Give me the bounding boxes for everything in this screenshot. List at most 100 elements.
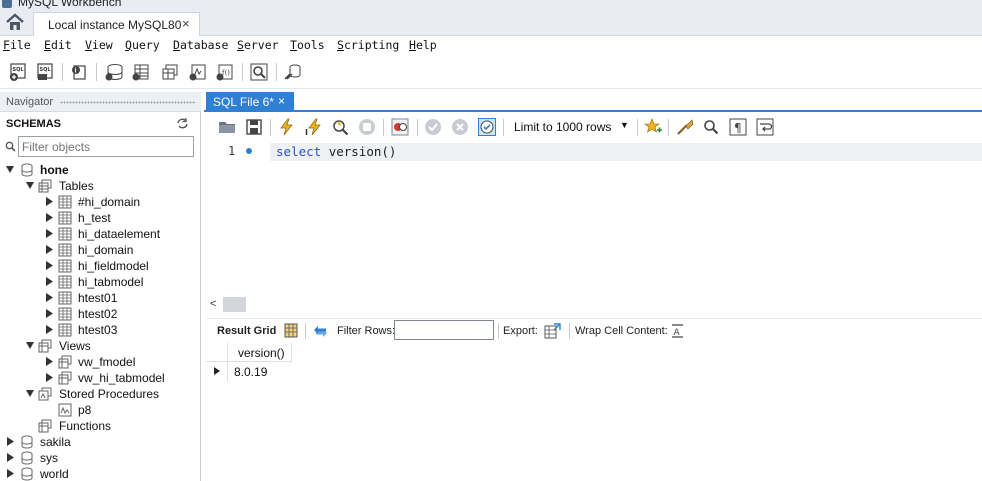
- filter-objects-input[interactable]: [18, 136, 194, 157]
- explain-icon[interactable]: [331, 118, 349, 136]
- table-cell[interactable]: 8.0.19: [228, 362, 292, 381]
- grid-corner[interactable]: [206, 343, 228, 362]
- create-schema-icon[interactable]: [104, 62, 124, 82]
- row-selector[interactable]: [206, 362, 228, 381]
- tab-sql-file[interactable]: SQL File 6* ×: [206, 92, 294, 112]
- create-view-icon[interactable]: [160, 62, 180, 82]
- scroll-left-icon[interactable]: <: [210, 298, 216, 310]
- sql-editor[interactable]: [206, 142, 982, 297]
- schemas-heading: SCHEMAS: [6, 118, 62, 130]
- tab-local-instance[interactable]: Local instance MySQL80 ×: [33, 12, 200, 36]
- filter-objects-field[interactable]: [19, 137, 189, 156]
- expanded-arrow-icon[interactable]: [6, 165, 14, 174]
- svg-text:SQL: SQL: [13, 67, 25, 73]
- tree-table-item[interactable]: htest03: [45, 322, 195, 338]
- menu-help[interactable]: Help: [409, 38, 437, 52]
- tree-table-item[interactable]: htest02: [45, 306, 195, 322]
- tree-table-item[interactable]: #hi_domain: [45, 194, 195, 210]
- menu-database[interactable]: Database: [173, 38, 228, 52]
- refresh-results-icon[interactable]: [313, 324, 328, 338]
- collapsed-arrow-icon[interactable]: [6, 469, 14, 478]
- tree-schema-sys[interactable]: sys: [6, 450, 196, 466]
- stop-icon[interactable]: [358, 118, 376, 136]
- home-icon[interactable]: [3, 12, 27, 32]
- menu-file[interactable]: File: [3, 38, 31, 52]
- auto-commit-icon[interactable]: [478, 118, 496, 136]
- editor-horizontal-scrollbar[interactable]: <: [206, 297, 982, 314]
- word-wrap-icon[interactable]: [756, 118, 774, 136]
- search-table-data-icon[interactable]: [249, 62, 269, 82]
- tree-table-item[interactable]: htest01: [45, 290, 195, 306]
- collapsed-arrow-icon[interactable]: [45, 229, 53, 238]
- tree-schema-hone[interactable]: hone: [6, 162, 196, 178]
- collapsed-arrow-icon[interactable]: [45, 213, 53, 222]
- tree-schema-world[interactable]: world: [6, 466, 196, 481]
- collapsed-arrow-icon[interactable]: [45, 325, 53, 334]
- collapsed-arrow-icon[interactable]: [45, 309, 53, 318]
- wrap-cell-icon[interactable]: A: [671, 324, 684, 338]
- menu-tools[interactable]: Tools: [290, 38, 325, 52]
- expanded-arrow-icon[interactable]: [26, 389, 34, 398]
- collapsed-arrow-icon[interactable]: [45, 261, 53, 270]
- collapsed-arrow-icon[interactable]: [6, 453, 14, 462]
- tree-folder-tables[interactable]: Tables: [26, 178, 196, 194]
- expanded-arrow-icon[interactable]: [26, 181, 34, 190]
- tree-folder-stored-procedures[interactable]: Stored Procedures: [26, 386, 196, 402]
- tree-table-item[interactable]: h_test: [45, 210, 195, 226]
- export-icon[interactable]: [544, 323, 561, 339]
- execute-current-icon[interactable]: I: [305, 118, 323, 137]
- open-folder-icon[interactable]: [218, 118, 236, 136]
- editor-tab-bar: [204, 92, 982, 112]
- find-icon[interactable]: [702, 118, 720, 136]
- commit-icon[interactable]: [424, 118, 442, 136]
- collapsed-arrow-icon[interactable]: [6, 437, 14, 446]
- grid-view-icon[interactable]: [284, 323, 298, 338]
- menu-view[interactable]: View: [85, 38, 113, 52]
- tree-table-item[interactable]: hi_dataelement: [45, 226, 195, 242]
- invisible-chars-icon[interactable]: ¶: [729, 118, 747, 136]
- tree-view-item[interactable]: vw_fmodel: [45, 354, 195, 370]
- execute-icon[interactable]: [278, 118, 296, 136]
- refresh-icon[interactable]: [176, 117, 189, 130]
- menu-edit[interactable]: Edit: [44, 38, 72, 52]
- beautify-icon[interactable]: [676, 118, 694, 136]
- result-grid-tab[interactable]: Result Grid: [217, 325, 276, 337]
- collapsed-arrow-icon[interactable]: [45, 293, 53, 302]
- tree-table-item[interactable]: hi_tabmodel: [45, 274, 195, 290]
- menu-query[interactable]: Query: [125, 38, 160, 52]
- create-table-icon[interactable]: [131, 62, 151, 82]
- create-procedure-icon[interactable]: [188, 62, 208, 82]
- tree-view-item[interactable]: vw_hi_tabmodel: [45, 370, 195, 386]
- inspector-icon[interactable]: i: [69, 62, 89, 82]
- tree-procedure-item[interactable]: p8: [45, 402, 195, 418]
- scrollbar-thumb[interactable]: [223, 297, 246, 312]
- close-tab-icon[interactable]: ×: [278, 94, 285, 108]
- collapsed-arrow-icon[interactable]: [45, 277, 53, 286]
- add-snippet-icon[interactable]: [644, 118, 662, 136]
- collapsed-arrow-icon[interactable]: [45, 373, 53, 382]
- menu-server[interactable]: Server: [237, 38, 279, 52]
- collapsed-arrow-icon[interactable]: [45, 357, 53, 366]
- new-sql-tab-icon[interactable]: SQL: [9, 62, 29, 82]
- expanded-arrow-icon[interactable]: [26, 341, 34, 350]
- filter-rows-input[interactable]: [394, 320, 494, 340]
- reconnect-icon[interactable]: [283, 62, 303, 82]
- toggle-error-stop-icon[interactable]: [391, 118, 409, 136]
- open-sql-script-icon[interactable]: SQL: [36, 62, 56, 82]
- limit-rows-select[interactable]: Limit to 1000 rows ▼: [509, 118, 632, 136]
- menu-scripting[interactable]: Scripting: [337, 38, 399, 52]
- rollback-icon[interactable]: [451, 118, 469, 136]
- close-tab-icon[interactable]: ×: [182, 16, 190, 31]
- create-function-icon[interactable]: f(): [215, 62, 235, 82]
- drag-grip[interactable]: [60, 101, 196, 104]
- sql-statement[interactable]: select version(): [276, 144, 396, 159]
- tree-table-item[interactable]: hi_domain: [45, 242, 195, 258]
- collapsed-arrow-icon[interactable]: [45, 197, 53, 206]
- collapsed-arrow-icon[interactable]: [45, 245, 53, 254]
- tree-folder-views[interactable]: Views: [26, 338, 196, 354]
- tree-schema-sakila[interactable]: sakila: [6, 434, 196, 450]
- column-header[interactable]: version(): [228, 343, 292, 362]
- save-icon[interactable]: [245, 118, 263, 136]
- tree-folder-functions[interactable]: Functions: [26, 418, 196, 434]
- tree-table-item[interactable]: hi_fieldmodel: [45, 258, 195, 274]
